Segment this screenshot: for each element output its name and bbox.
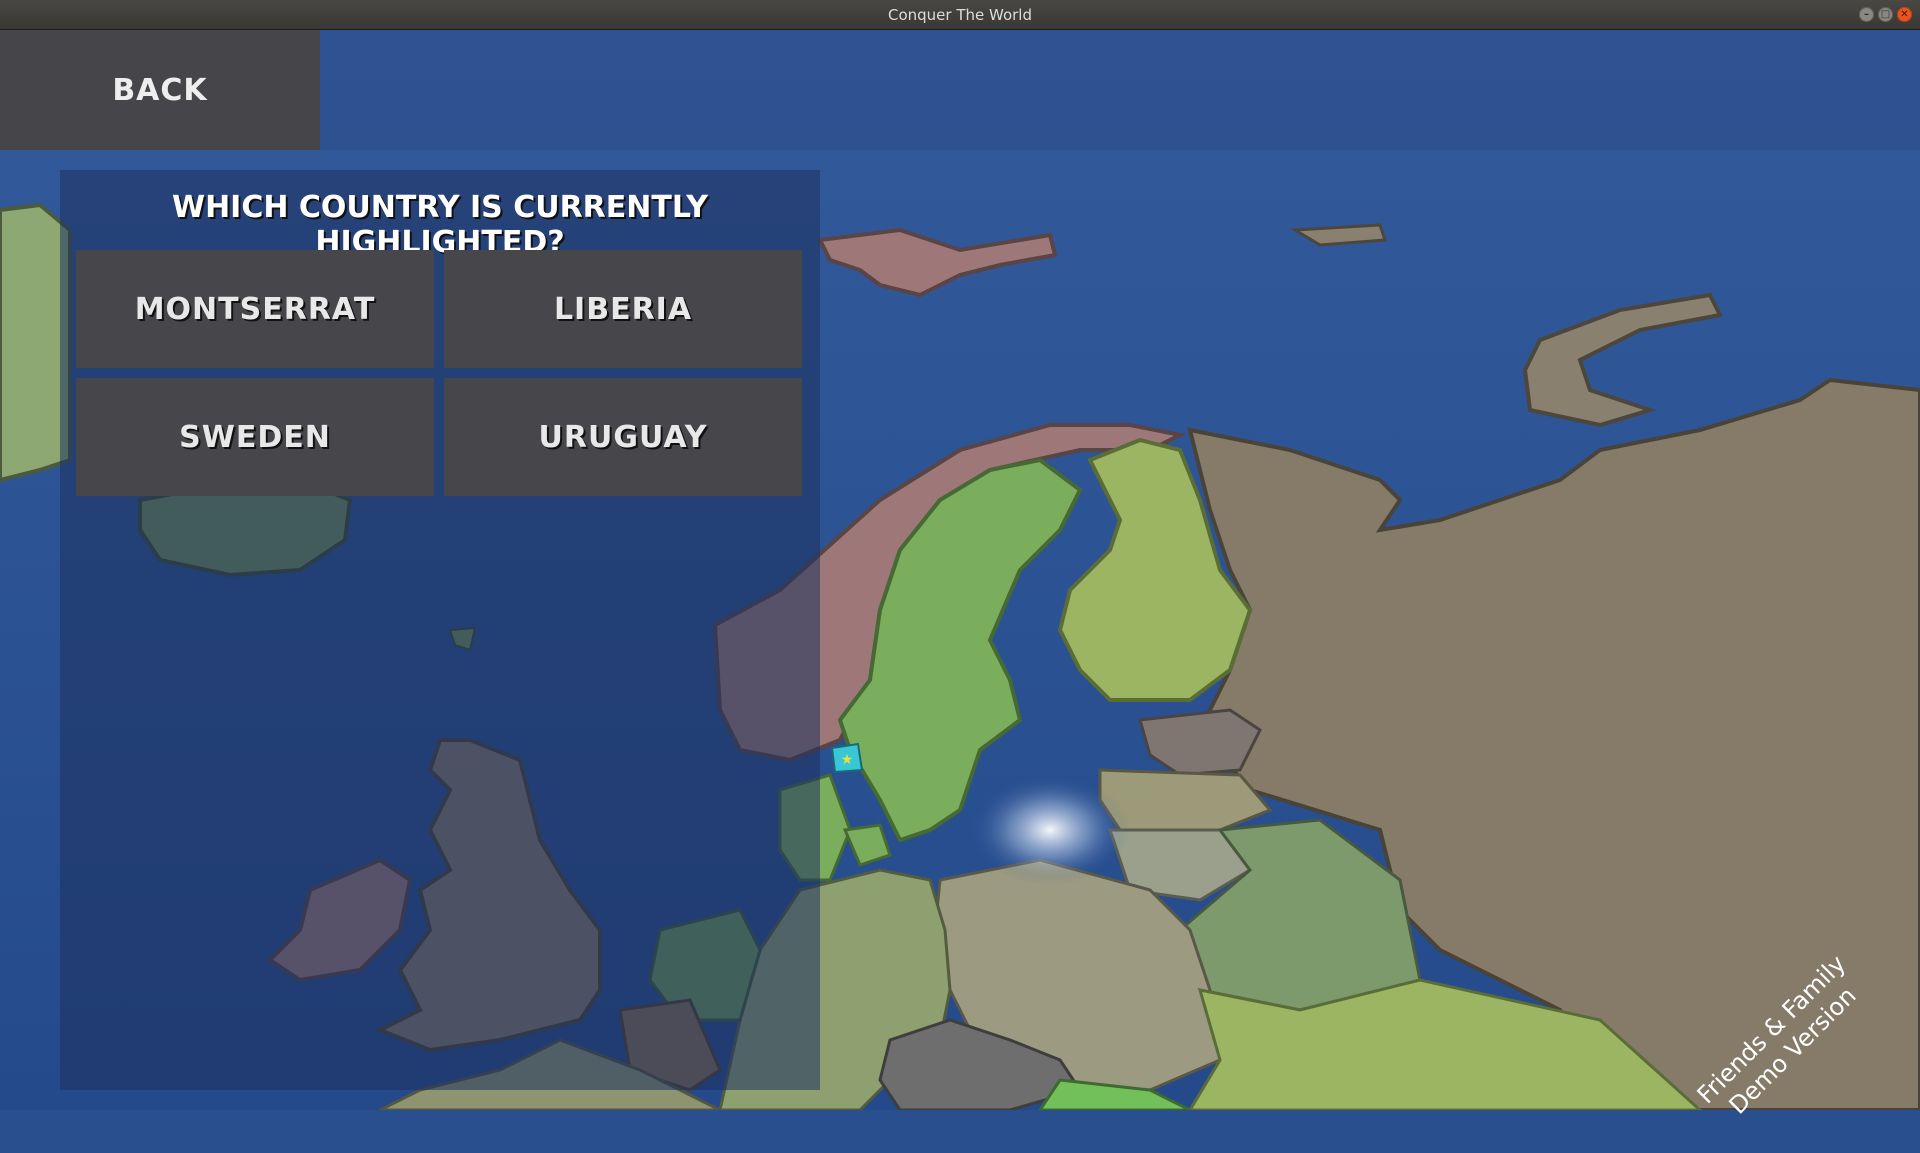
quiz-panel: WHICH COUNTRY IS CURRENTLY HIGHLIGHTED? … (60, 170, 820, 1090)
window-controls (1859, 7, 1912, 22)
back-button[interactable]: BACK (0, 30, 320, 150)
answer-button-uruguay[interactable]: URUGUAY (444, 378, 802, 496)
minimize-icon[interactable] (1859, 7, 1874, 22)
answer-button-sweden[interactable]: SWEDEN (76, 378, 434, 496)
answer-button-liberia[interactable]: LIBERIA (444, 250, 802, 368)
window-titlebar: Conquer The World (0, 0, 1920, 30)
window-title: Conquer The World (887, 5, 1032, 24)
maximize-icon[interactable] (1878, 7, 1893, 22)
sun-glare (970, 775, 1130, 885)
highlight-marker: ★ (830, 742, 864, 774)
answer-button-montserrat[interactable]: MONTSERRAT (76, 250, 434, 368)
close-icon[interactable] (1897, 7, 1912, 22)
star-icon: ★ (841, 752, 854, 768)
